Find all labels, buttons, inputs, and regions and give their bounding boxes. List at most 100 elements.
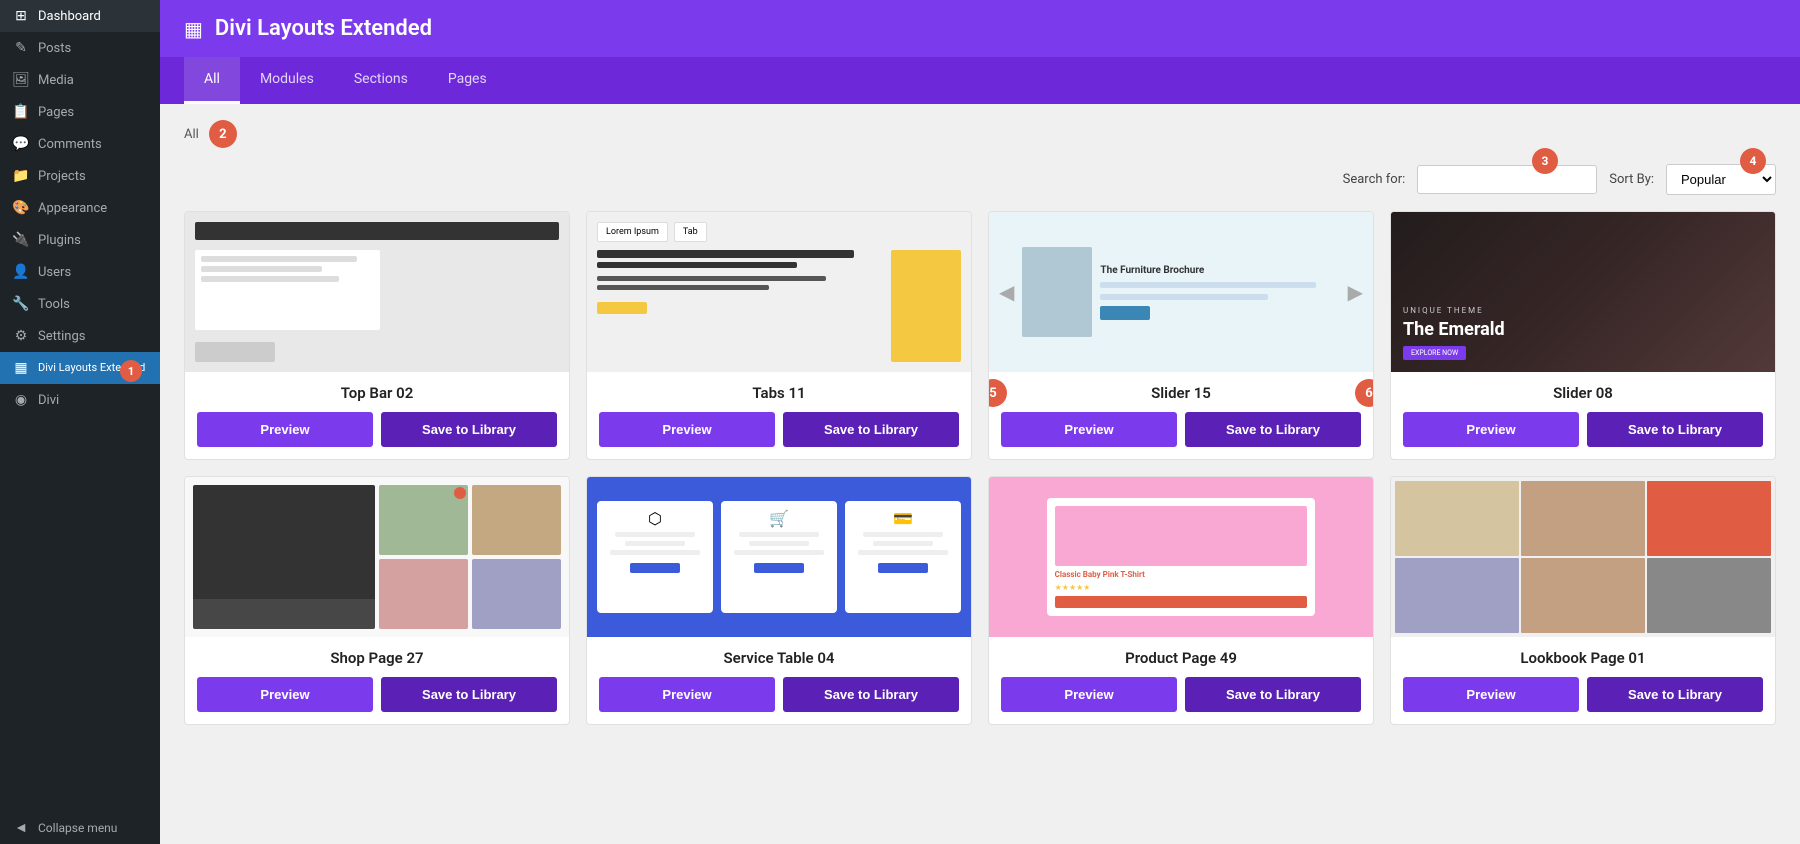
card-title-shop-27: Shop Page 27	[330, 649, 423, 667]
card-body-service-04: Service Table 04 Preview Save to Library	[587, 637, 971, 724]
sidebar-item-posts[interactable]: ✎ Posts	[0, 32, 160, 64]
card-preview-service-04: ⬡ 🛒	[587, 477, 971, 637]
card-lookbook-01: Lookbook Page 01 Preview Save to Library	[1390, 476, 1776, 725]
sidebar-item-pages[interactable]: 📋 Pages	[0, 96, 160, 128]
sidebar-item-plugins[interactable]: 🔌 Plugins	[0, 224, 160, 256]
card-title-lookbook-01: Lookbook Page 01	[1520, 649, 1645, 667]
search-input[interactable]	[1417, 165, 1597, 194]
tab-modules[interactable]: Modules	[240, 57, 334, 104]
divi-layouts-icon: ▦	[12, 360, 30, 376]
page-header: ▦ Divi Layouts Extended	[160, 0, 1800, 57]
badge-4: 4	[1740, 148, 1766, 174]
card-buttons-lookbook-01: Preview Save to Library	[1403, 677, 1763, 712]
preview-button-service-04[interactable]: Preview	[599, 677, 775, 712]
sidebar-item-label: Comments	[38, 137, 102, 152]
save-button-top-bar-02[interactable]: Save to Library	[381, 412, 557, 447]
search-label: Search for:	[1343, 172, 1406, 187]
sidebar-item-settings[interactable]: ⚙ Settings	[0, 320, 160, 352]
card-product-49: Classic Baby Pink T-Shirt ★★★★★ Product …	[988, 476, 1374, 725]
comments-icon: 💬	[12, 136, 30, 152]
search-sort-row: 3 4 Search for: Sort By: Popular Newest …	[184, 164, 1776, 195]
layout-grid: Top Bar 02 Preview Save to Library Lorem…	[184, 211, 1776, 725]
appearance-icon: 🎨	[12, 200, 30, 216]
card-body-top-bar-02: Top Bar 02 Preview Save to Library	[185, 372, 569, 459]
plugins-icon: 🔌	[12, 232, 30, 248]
tab-all[interactable]: All	[184, 57, 240, 104]
card-service-04: ⬡ 🛒	[586, 476, 972, 725]
tools-icon: 🔧	[12, 296, 30, 312]
preview-button-tabs-11[interactable]: Preview	[599, 412, 775, 447]
card-buttons-slider-15: Preview Save to Library	[1001, 412, 1361, 447]
sidebar-item-tools[interactable]: 🔧 Tools	[0, 288, 160, 320]
sidebar-item-label: Users	[38, 265, 71, 280]
sidebar-item-divi[interactable]: ◉ Divi	[0, 384, 160, 416]
sidebar-item-label: Dashboard	[38, 9, 101, 24]
sidebar-item-users[interactable]: 👤 Users	[0, 256, 160, 288]
tab-sections[interactable]: Sections	[334, 57, 428, 104]
sidebar-item-divi-layouts[interactable]: ▦ Divi Layouts Extended 1	[0, 352, 160, 384]
save-button-product-49[interactable]: Save to Library	[1185, 677, 1361, 712]
sidebar-item-label: Projects	[38, 169, 86, 184]
card-preview-shop-27	[185, 477, 569, 637]
posts-icon: ✎	[12, 40, 30, 56]
preview-button-product-49[interactable]: Preview	[1001, 677, 1177, 712]
card-body-slider-08: Slider 08 Preview Save to Library	[1391, 372, 1775, 459]
save-button-lookbook-01[interactable]: Save to Library	[1587, 677, 1763, 712]
badge-1: 1	[120, 360, 142, 382]
sidebar-item-label: Plugins	[38, 233, 81, 248]
sidebar-item-projects[interactable]: 📁 Projects	[0, 160, 160, 192]
dashboard-icon: ⊞	[12, 8, 30, 24]
sidebar-item-dashboard[interactable]: ⊞ Dashboard	[0, 0, 160, 32]
save-button-shop-27[interactable]: Save to Library	[381, 677, 557, 712]
card-title-service-04: Service Table 04	[724, 649, 835, 667]
card-preview-slider-08: UNIQUE THEME The Emerald EXPLORE NOW	[1391, 212, 1775, 372]
save-button-slider-08[interactable]: Save to Library	[1587, 412, 1763, 447]
sidebar-item-label: Collapse menu	[38, 821, 117, 835]
sidebar-item-label: Appearance	[38, 201, 107, 216]
badge-2: 2	[209, 120, 237, 148]
header-icon: ▦	[184, 17, 203, 41]
sidebar-item-appearance[interactable]: 🎨 Appearance	[0, 192, 160, 224]
card-slider-08: UNIQUE THEME The Emerald EXPLORE NOW Sli…	[1390, 211, 1776, 460]
card-title-product-49: Product Page 49	[1125, 649, 1237, 667]
settings-icon: ⚙	[12, 328, 30, 344]
card-preview-tabs-11: Lorem Ipsum Tab	[587, 212, 971, 372]
card-body-tabs-11: Tabs 11 Preview Save to Library	[587, 372, 971, 459]
tab-bar: All Modules Sections Pages	[160, 57, 1800, 104]
sidebar-item-collapse[interactable]: ◄ Collapse menu	[0, 811, 160, 844]
card-title-slider-15: Slider 15	[1151, 384, 1211, 402]
sidebar-item-label: Settings	[38, 329, 85, 344]
preview-button-slider-08[interactable]: Preview	[1403, 412, 1579, 447]
save-button-service-04[interactable]: Save to Library	[783, 677, 959, 712]
card-buttons-product-49: Preview Save to Library	[1001, 677, 1361, 712]
sidebar-item-comments[interactable]: 💬 Comments	[0, 128, 160, 160]
card-slider-15: 5 6 ◀ The Furniture Brochure ▶	[988, 211, 1374, 460]
projects-icon: 📁	[12, 168, 30, 184]
content-area: All 2 3 4 Search for: Sort By: Popular N…	[160, 104, 1800, 844]
card-preview-slider-15: ◀ The Furniture Brochure ▶	[989, 212, 1373, 372]
card-buttons-top-bar-02: Preview Save to Library	[197, 412, 557, 447]
card-title-slider-08: Slider 08	[1553, 384, 1613, 402]
media-icon: 🖼	[12, 72, 30, 88]
card-buttons-slider-08: Preview Save to Library	[1403, 412, 1763, 447]
save-button-tabs-11[interactable]: Save to Library	[783, 412, 959, 447]
sidebar-item-label: Tools	[38, 297, 70, 312]
sort-label: Sort By:	[1609, 172, 1654, 187]
card-preview-product-49: Classic Baby Pink T-Shirt ★★★★★	[989, 477, 1373, 637]
sidebar-item-label: Media	[38, 73, 74, 88]
preview-button-shop-27[interactable]: Preview	[197, 677, 373, 712]
save-button-slider-15[interactable]: Save to Library	[1185, 412, 1361, 447]
card-shop-27: Shop Page 27 Preview Save to Library	[184, 476, 570, 725]
preview-button-top-bar-02[interactable]: Preview	[197, 412, 373, 447]
sidebar-item-label: Divi	[38, 393, 59, 408]
sidebar-item-label: Posts	[38, 41, 71, 56]
sidebar-item-media[interactable]: 🖼 Media	[0, 64, 160, 96]
preview-button-lookbook-01[interactable]: Preview	[1403, 677, 1579, 712]
all-filter-label: All	[184, 127, 199, 142]
badge-3: 3	[1532, 148, 1558, 174]
preview-button-slider-15[interactable]: Preview	[1001, 412, 1177, 447]
sidebar-item-label: Pages	[38, 105, 74, 120]
card-buttons-shop-27: Preview Save to Library	[197, 677, 557, 712]
tab-pages[interactable]: Pages	[428, 57, 507, 104]
card-body-product-49: Product Page 49 Preview Save to Library	[989, 637, 1373, 724]
